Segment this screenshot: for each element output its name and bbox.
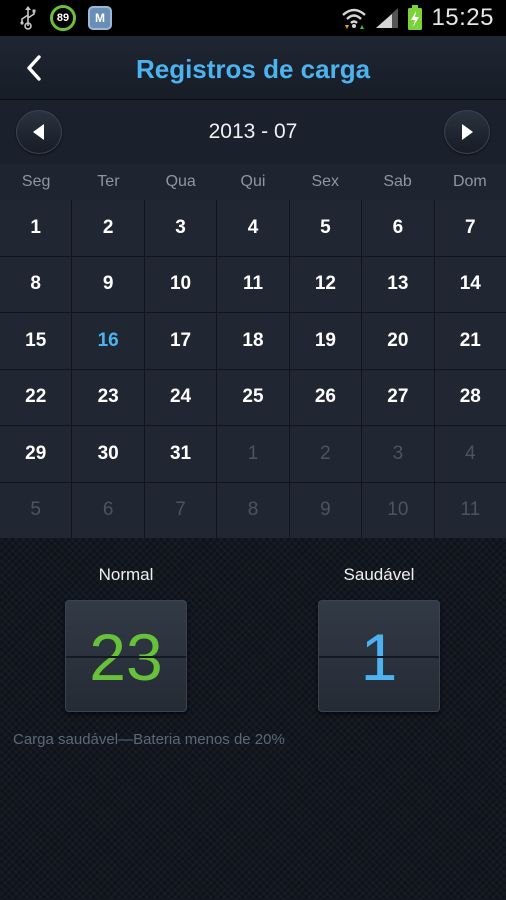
calendar-day-other-month[interactable]: 5 [0,482,72,538]
calendar-day[interactable]: 27 [362,369,434,425]
calendar-day[interactable]: 10 [144,256,217,312]
calendar-day[interactable]: 31 [144,426,217,482]
healthy-charge-counter: 1 [318,600,440,712]
calendar-day[interactable]: 30 [72,426,144,482]
weekday-label: Qui [240,173,266,190]
next-month-button[interactable] [444,110,490,154]
calendar-day-other-month[interactable]: 3 [362,426,434,482]
battery-level-badge: 89 [50,5,76,31]
calendar-day[interactable]: 5 [289,200,362,256]
healthy-charge-note: Carga saudável—Bateria menos de 20% [13,731,285,748]
status-bar-right: 15:25 [341,4,494,32]
calendar-day[interactable]: 11 [217,256,289,312]
calendar-day[interactable]: 29 [0,426,72,482]
calendar-day-other-month[interactable]: 11 [434,482,506,538]
app-notification-icon: M [88,6,112,30]
weekday-label: Ter [97,173,120,190]
weekday-label: Seg [21,173,51,190]
calendar-day[interactable]: 19 [289,313,362,369]
calendar-day[interactable]: 21 [434,313,506,369]
calendar-day[interactable]: 2 [72,200,144,256]
calendar-day[interactable]: 7 [434,200,506,256]
calendar-day-other-month[interactable]: 9 [289,482,362,538]
calendar-day-other-month[interactable]: 8 [217,482,289,538]
wifi-icon [342,8,367,29]
weekday-label: Dom [452,173,487,190]
battery-charging-icon [408,5,423,30]
calendar-day[interactable]: 14 [434,256,506,312]
charge-stats-panel: Normal Saudável 23 1 Carga saudável—Bate… [0,538,506,900]
calendar-day[interactable]: 4 [217,200,289,256]
current-month-label: 2013 - 07 [208,120,298,143]
calendar-day[interactable]: 9 [72,256,144,312]
calendar-day[interactable]: 15 [0,313,72,369]
healthy-charge-value: 1 [360,620,398,694]
calendar-day[interactable]: 28 [434,369,506,425]
weekday-label: Sex [311,173,340,190]
calendar-day[interactable]: 1 [0,200,72,256]
calendar-day[interactable]: 17 [144,313,217,369]
calendar-day-other-month[interactable]: 4 [434,426,506,482]
calendar-day[interactable]: 8 [0,256,72,312]
calendar-day-today[interactable]: 16 [72,313,144,369]
triangle-right-icon [462,124,473,140]
normal-charge-label: Normal [98,565,154,584]
calendar-day[interactable]: 23 [72,369,144,425]
calendar-day-other-month[interactable]: 10 [362,482,434,538]
calendar-day[interactable]: 24 [144,369,217,425]
calendar-day-other-month[interactable]: 6 [72,482,144,538]
title-bar: Registros de carga [0,36,506,100]
calendar-day-other-month[interactable]: 2 [289,426,362,482]
calendar-day[interactable]: 13 [362,256,434,312]
calendar-day-other-month[interactable]: 7 [144,482,217,538]
calendar-day[interactable]: 6 [362,200,434,256]
calendar-day[interactable]: 22 [0,369,72,425]
clock: 15:25 [431,4,494,31]
usb-icon [20,6,36,30]
calendar-day[interactable]: 3 [144,200,217,256]
calendar-day[interactable]: 26 [289,369,362,425]
calendar-day[interactable]: 25 [217,369,289,425]
status-bar-left: 89 M [18,5,112,31]
healthy-charge-label: Saudável [343,565,415,584]
calendar-day[interactable]: 18 [217,313,289,369]
page-title: Registros de carga [135,54,371,84]
weekday-header: Seg Ter Qua Qui Sex Sab Dom [0,164,506,200]
month-navigation: 2013 - 07 [0,100,506,164]
signal-icon [376,8,399,28]
normal-charge-counter: 23 [65,600,187,712]
weekday-label: Sab [383,173,412,190]
calendar-day[interactable]: 12 [289,256,362,312]
weekday-label: Qua [165,173,196,190]
calendar-day-other-month[interactable]: 1 [217,426,289,482]
calendar-grid: 1 2 3 4 5 6 7 8 9 10 11 12 13 14 15 16 17 18 19 20 21 22 23 24 2… [0,200,506,538]
status-bar: 89 M 15:25 [0,0,506,36]
normal-charge-value: 23 [89,620,163,694]
calendar-day[interactable]: 20 [362,313,434,369]
